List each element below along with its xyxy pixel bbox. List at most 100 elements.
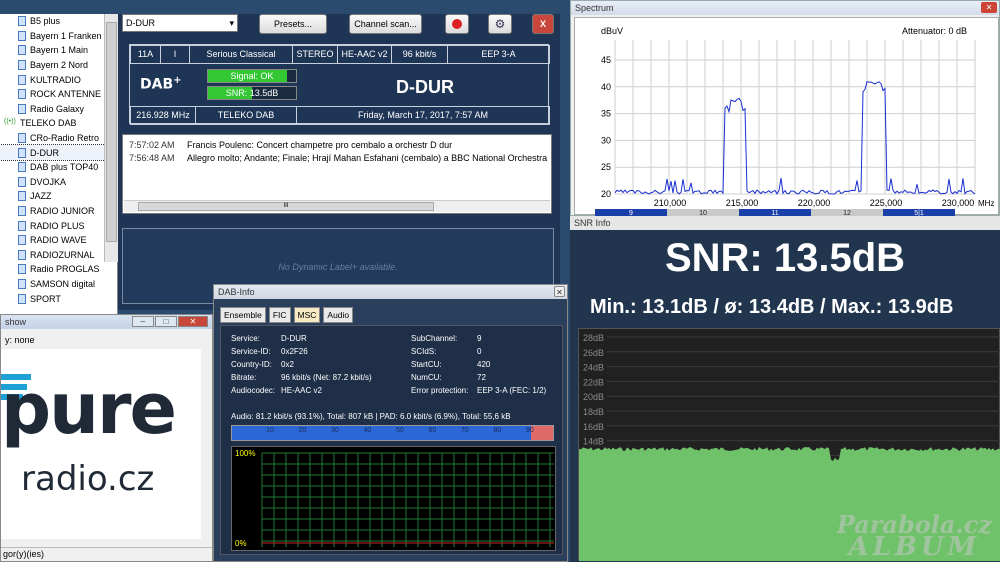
snr-y-tick: 26dB [583,348,604,358]
presets-button[interactable]: Presets... [259,14,327,34]
dls-hscrollbar[interactable]: III [124,200,550,212]
codec-cell: HE-AAC v2 [337,45,392,64]
station-item[interactable]: RADIO JUNIOR [0,204,117,219]
dab-info-titlebar[interactable]: DAB-Info ✕ [214,285,567,299]
record-button[interactable] [445,14,469,34]
tab-ensemble[interactable]: Ensemble [220,307,266,323]
spectrum-y-tick: 45 [601,55,611,65]
info-key: SCIdS: [411,347,437,356]
attenuator-label: Attenuator: 0 dB [902,26,967,36]
station-label: DAB plus TOP40 [30,162,99,173]
spectrum-titlebar[interactable]: Spectrum ✕ [571,1,999,15]
station-item[interactable]: D-DUR [0,144,117,161]
hscroll-thumb[interactable]: III [138,202,434,211]
station-label: ROCK ANTENNE [30,89,102,100]
station-dropdown[interactable]: D-DUR [122,14,238,32]
flag-cell: I [160,45,190,64]
station-label: SAMSON digital [30,278,96,289]
station-item[interactable]: DVOJKA [0,175,117,190]
bitbar-tick: 60 [428,427,437,434]
spectrum-plot: 45 40 35 30 25 20 dBuV Attenuator: 0 dB 210,000 2… [574,17,999,216]
info-value: 0 [477,347,482,356]
station-item[interactable]: SPORT [0,291,117,306]
slideshow-image: pure radio.cz [1,349,201,539]
dls-history[interactable]: 7:57:02 AM Francis Poulenc: Concert champ… [122,134,552,214]
dls-row[interactable]: 7:57:02 AM Francis Poulenc: Concert champ… [123,139,551,152]
tab-fic[interactable]: FIC [268,307,291,323]
tab-audio[interactable]: Audio [323,307,354,323]
station-label: JAZZ [30,191,52,202]
station-item[interactable]: ROCK ANTENNE [0,87,117,102]
snr-titlebar[interactable]: SNR Info [570,216,1000,230]
spectrum-x-unit: MHz [978,199,994,208]
snr-meter: SNR: 13.5dB [207,86,297,100]
station-item[interactable]: SAMSON digital [0,277,117,292]
station-label: RADIO JUNIOR [30,206,95,217]
info-row: Audiocodec: HE-AAC v2 [231,386,322,395]
station-item[interactable]: KULTRADIO [0,72,117,87]
station-label: B5 plus [30,16,61,27]
slideshow-close-button[interactable]: ✕ [178,316,208,327]
spectrum-y-tick: 40 [601,82,611,92]
slideshow-title: show [5,317,27,327]
station-label: SPORT [30,293,61,304]
station-item[interactable]: Bayern 1 Main [0,43,117,58]
tab-msc[interactable]: MSC [293,307,321,323]
info-key: Bitrate: [231,373,257,382]
dab-info-window: DAB-Info ✕ Ensemble FIC MSC Audio Service: D-… [213,284,568,562]
dab-info-close-button[interactable]: ✕ [554,286,565,297]
info-row: SubChannel: 9 [411,334,481,343]
snr-y-tick: 16dB [583,422,604,432]
station-item[interactable]: RADIO PLUS [0,218,117,233]
station-item[interactable]: CRo-Radio Retro [0,131,117,146]
slideshow-statusbar: gor(y)(ies) [1,547,212,561]
channel-scan-button[interactable]: Channel scan... [349,14,422,34]
station-label: TELEKO DAB [20,118,77,129]
watermark: Parabola.cz ALBUM [837,513,992,561]
slideshow-titlebar[interactable]: show – □ ✕ [1,315,212,329]
radio-icon [18,45,26,56]
radio-icon [18,133,26,144]
dab-info-title: DAB-Info [218,287,255,297]
station-label: KULTRADIO [30,74,81,85]
info-value: 72 [477,373,486,382]
ensemble-item[interactable]: ((•)) TELEKO DAB [0,116,117,131]
station-item[interactable]: DAB plus TOP40 [0,160,117,175]
radio-icon [18,278,26,289]
station-list[interactable]: B5 plus Bayern 1 Franken Bayern 1 Main Baye… [0,14,118,314]
station-item[interactable]: Bayern 1 Franken [0,29,117,44]
settings-button[interactable]: ⚙ [488,14,512,34]
info-value: D-DUR [281,334,307,343]
station-label: Radio Galaxy [30,103,85,114]
radio-icon [18,16,26,27]
dab-plus-logo: DAB+ [140,75,182,93]
info-key: StartCU: [411,360,442,369]
info-key: SubChannel: [411,334,458,343]
bitbar-tick: 90 [526,427,534,434]
bitbar-tick: 80 [493,427,502,434]
spectrum-close-button[interactable]: ✕ [981,2,997,13]
station-item[interactable]: Radio PROGLAS [0,262,117,277]
station-item[interactable]: RADIOZURNAL [0,248,117,263]
snr-y-tick: 28dB [583,333,604,343]
pad-segment [531,426,553,440]
station-label: DVOJKA [30,176,67,187]
maximize-button[interactable]: □ [155,316,177,327]
station-item[interactable]: JAZZ [0,189,117,204]
scrollbar-thumb[interactable] [106,22,117,242]
station-item[interactable]: RADIO WAVE [0,233,117,248]
minimize-button[interactable]: – [132,316,154,327]
station-list-scrollbar[interactable] [104,14,118,262]
dls-row[interactable]: 7:56:48 AM Allegro molto; Andante; Finale… [123,152,551,165]
radio-icon [18,191,26,202]
station-item[interactable]: Radio Galaxy [0,102,117,117]
snr-y-tick: 22dB [583,377,604,387]
station-item[interactable]: Bayern 2 Nord [0,58,117,73]
bitbar-tick: 30 [331,427,339,434]
station-item[interactable]: B5 plus [0,14,117,29]
snr-y-tick: 20dB [583,392,604,402]
snr-y-tick: 18dB [583,407,604,417]
radio-icon [18,293,26,304]
mode-cell: STEREO [292,45,338,64]
close-button[interactable]: X [532,14,554,34]
